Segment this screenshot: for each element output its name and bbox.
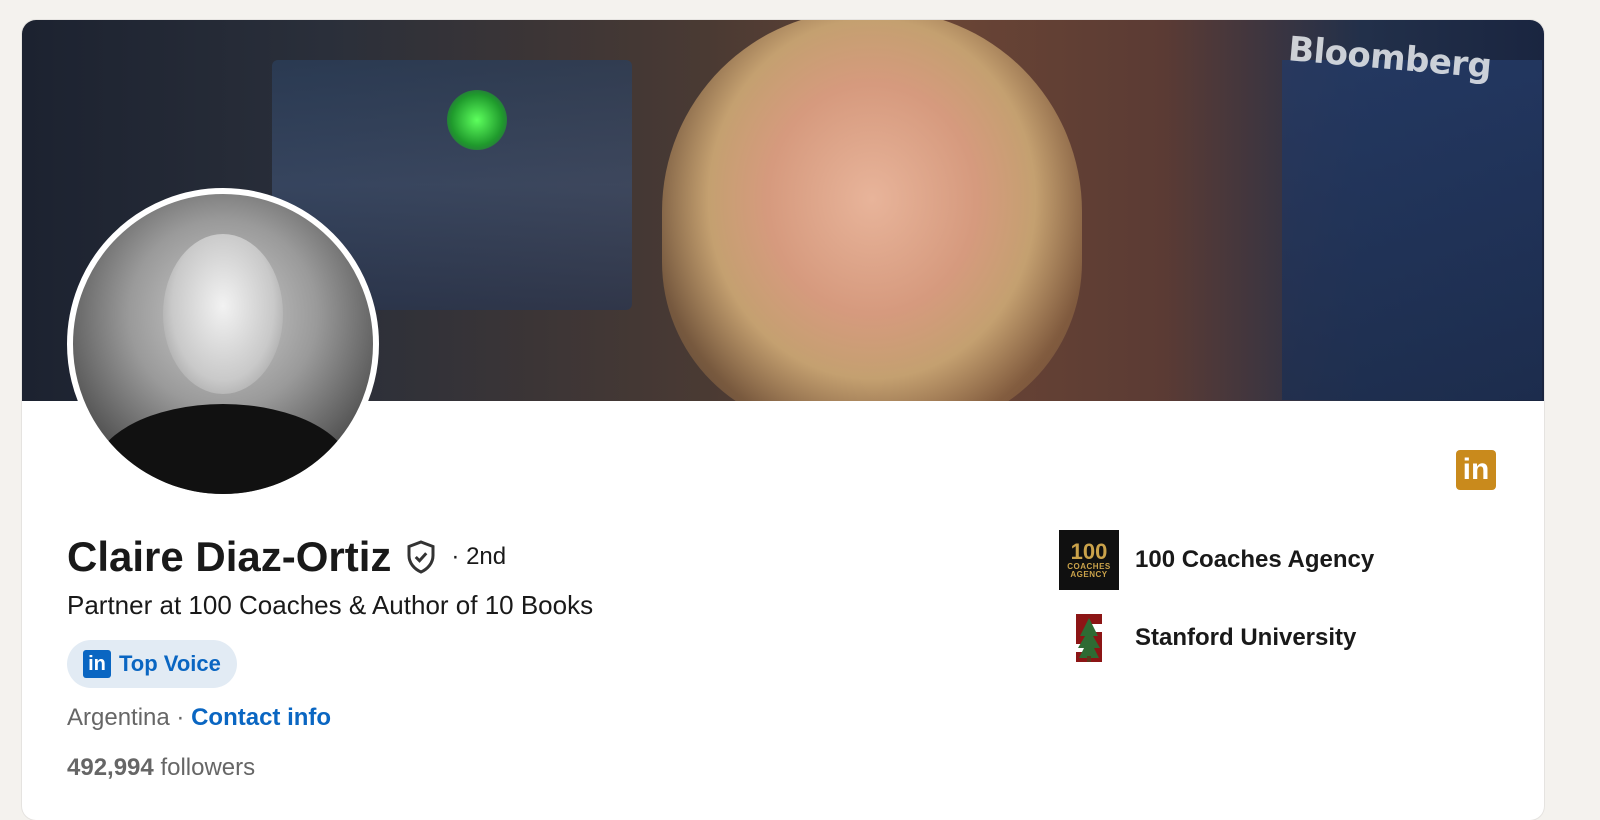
banner-portrait [662, 20, 1082, 401]
top-voice-label: Top Voice [119, 651, 221, 676]
banner-window [1282, 60, 1542, 400]
profile-location: Argentina [67, 704, 170, 731]
current-company[interactable]: 100 COACHES AGENCY 100 Coaches Agency [1059, 530, 1374, 590]
stanford-s-icon [1059, 608, 1119, 668]
profile-name-row: Claire Diaz-Ortiz · 2nd [67, 533, 506, 581]
followers-count: 492,994 followers [67, 754, 255, 782]
banner-light [447, 90, 507, 150]
top-voice-badge[interactable]: in Top Voice [67, 640, 237, 688]
company-name: 100 Coaches Agency [1135, 546, 1375, 573]
linkedin-icon[interactable]: in [1456, 450, 1496, 490]
connection-degree: · 2nd [451, 543, 507, 570]
location-separator: · [169, 704, 192, 731]
verified-shield-icon[interactable] [403, 539, 439, 575]
avatar-face [163, 234, 283, 394]
education-school[interactable]: Stanford University [1059, 608, 1356, 668]
school-name: Stanford University [1135, 624, 1357, 651]
company-logo-subword: AGENCY [1070, 570, 1108, 579]
followers-label: followers [160, 754, 256, 781]
avatar-body [93, 404, 353, 494]
location-row: Argentina · Contact info [67, 704, 331, 732]
profile-avatar[interactable] [67, 188, 379, 500]
profile-name: Claire Diaz-Ortiz [67, 533, 392, 580]
company-logo: 100 COACHES AGENCY [1059, 530, 1119, 590]
linkedin-icon: in [83, 650, 111, 678]
followers-number: 492,994 [67, 754, 154, 781]
profile-headline: Partner at 100 Coaches & Author of 10 Bo… [67, 590, 594, 620]
profile-card: Bloomberg in Claire Diaz-Ortiz · 2nd Par… [22, 20, 1544, 820]
company-logo-number: 100 [1070, 539, 1108, 564]
contact-info-link[interactable]: Contact info [191, 704, 331, 731]
